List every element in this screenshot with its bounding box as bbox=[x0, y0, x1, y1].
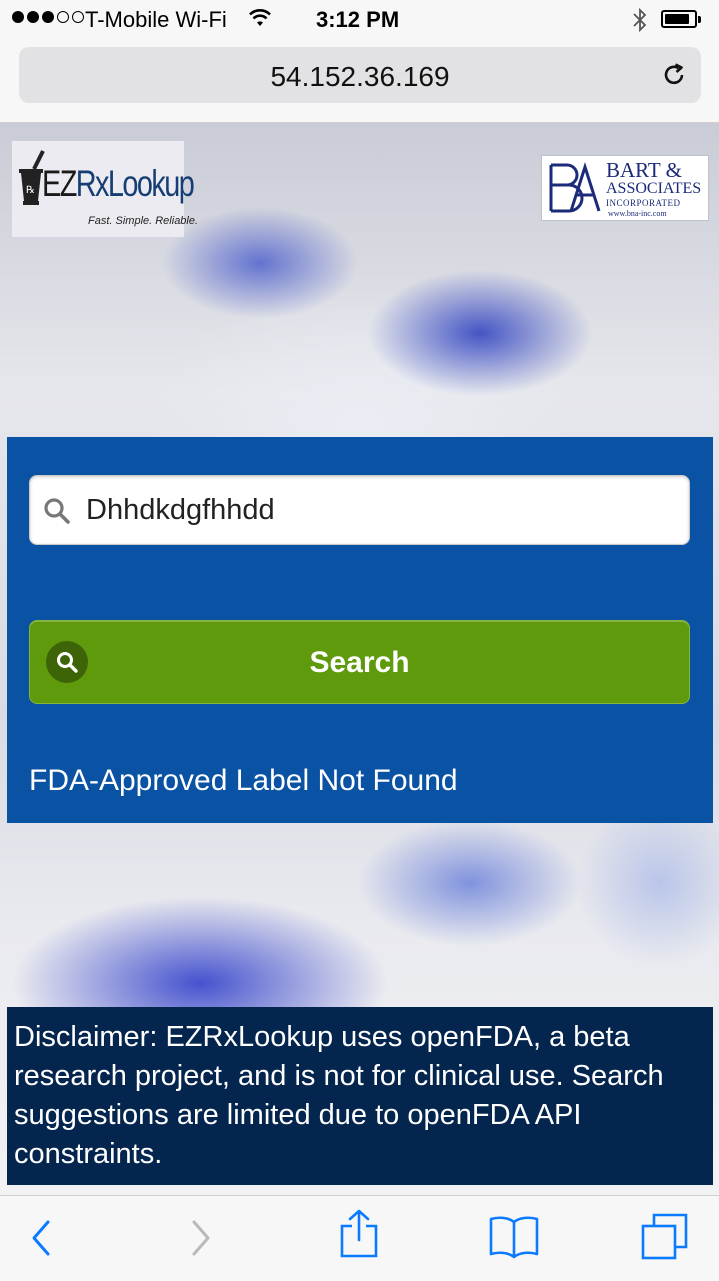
bart-logo-url: www.bna-inc.com bbox=[608, 209, 667, 218]
search-panel: Dhhdkdgfhhdd Search FDA-Approved Label N… bbox=[7, 437, 713, 823]
address-bar[interactable]: 54.152.36.169 bbox=[19, 47, 701, 103]
search-input-value[interactable]: Dhhdkdgfhhdd bbox=[86, 494, 275, 527]
bluetooth-icon bbox=[633, 7, 647, 33]
ba-monogram-icon bbox=[545, 159, 603, 217]
disclaimer-text: Disclaimer: EZRxLookup uses openFDA, a b… bbox=[14, 1021, 664, 1170]
reload-icon[interactable] bbox=[659, 60, 689, 90]
bookmarks-icon[interactable] bbox=[488, 1214, 540, 1260]
battery-level bbox=[665, 14, 689, 24]
search-button[interactable]: Search bbox=[29, 620, 690, 704]
drug-search-input[interactable]: Dhhdkdgfhhdd bbox=[29, 475, 690, 545]
page-content: ℞ EZRxLookup Fast. Simple. Reliable. BAR… bbox=[0, 123, 719, 1195]
status-bar: T-Mobile Wi-Fi 3:12 PM bbox=[0, 0, 719, 40]
url-text[interactable]: 54.152.36.169 bbox=[19, 61, 701, 93]
battery-icon bbox=[661, 10, 701, 28]
clock: 3:12 PM bbox=[316, 7, 400, 32]
back-icon[interactable] bbox=[26, 1216, 56, 1260]
forward-icon[interactable] bbox=[186, 1216, 216, 1260]
ezrxlookup-wordmark: EZRxLookup bbox=[42, 163, 195, 204]
bart-logo-line3: INCORPORATED bbox=[606, 198, 681, 208]
browser-address-area: 54.152.36.169 bbox=[0, 40, 719, 123]
svg-text:℞: ℞ bbox=[26, 185, 35, 196]
share-icon[interactable] bbox=[338, 1208, 380, 1260]
bart-logo-line2: ASSOCIATES bbox=[606, 180, 702, 197]
wifi-icon bbox=[249, 9, 271, 26]
disclaimer-box: Disclaimer: EZRxLookup uses openFDA, a b… bbox=[7, 1007, 713, 1185]
tabs-icon[interactable] bbox=[640, 1212, 690, 1262]
search-button-label: Search bbox=[309, 646, 410, 679]
signal-strength-icon bbox=[12, 11, 84, 23]
bart-associates-logo[interactable]: BART & ASSOCIATES INCORPORATED www.bna-i… bbox=[541, 155, 709, 221]
carrier-name: T-Mobile Wi-Fi bbox=[85, 7, 227, 32]
ezrxlookup-tagline: Fast. Simple. Reliable. bbox=[88, 215, 199, 227]
browser-toolbar bbox=[0, 1195, 719, 1281]
search-icon bbox=[44, 498, 70, 524]
search-result-message: FDA-Approved Label Not Found bbox=[29, 764, 458, 797]
ezrxlookup-logo[interactable]: ℞ EZRxLookup Fast. Simple. Reliable. bbox=[12, 141, 198, 237]
